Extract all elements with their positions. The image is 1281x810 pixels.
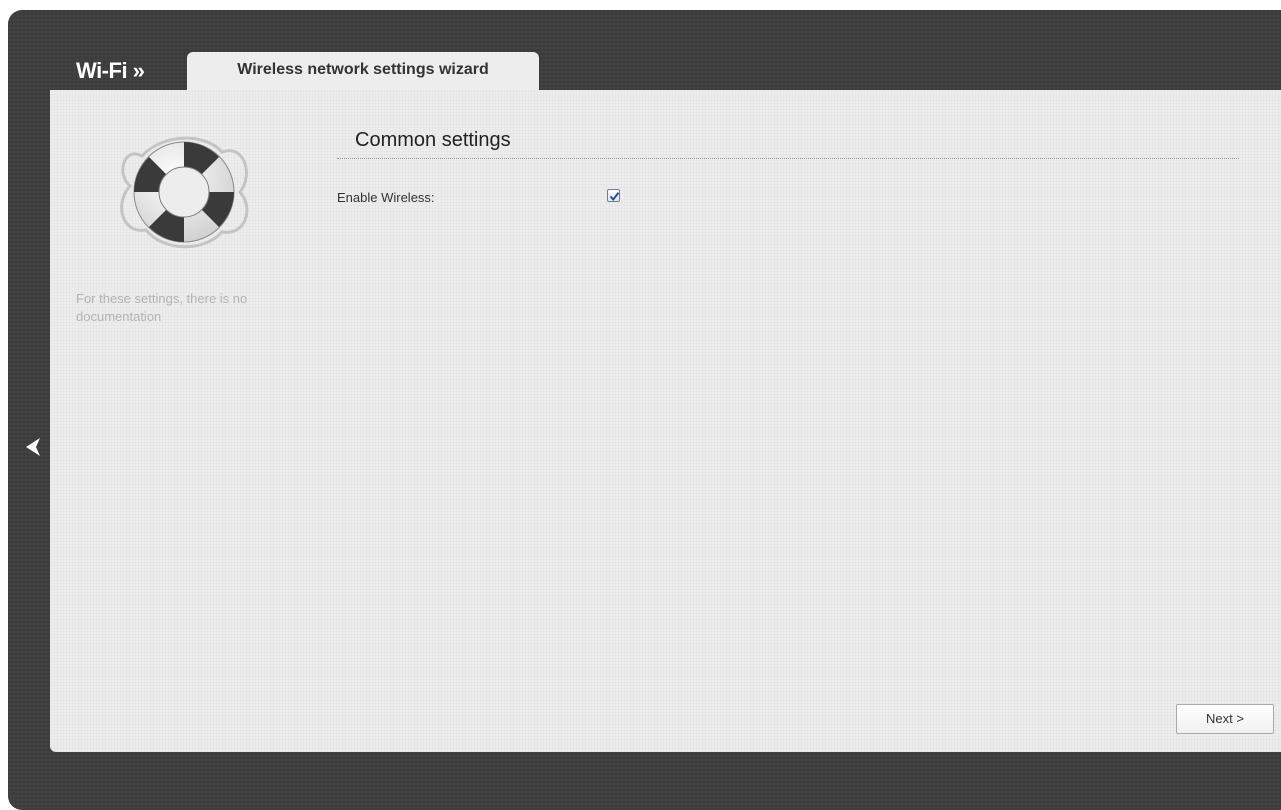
tab-wireless-wizard[interactable]: Wireless network settings wizard [187,52,539,92]
documentation-note: For these settings, there is no document… [76,291,248,324]
enable-wireless-label: Enable Wireless: [337,190,435,205]
section-divider [337,158,1239,159]
enable-wireless-checkbox[interactable] [607,189,620,202]
section-title: Common settings [355,129,511,151]
breadcrumb-wifi[interactable]: Wi-Fi » [76,58,145,84]
checkmark-icon [609,192,620,202]
chevron-left-icon[interactable] [22,435,44,459]
lifebuoy-icon [120,136,249,249]
next-button[interactable]: Next > [1176,704,1274,734]
